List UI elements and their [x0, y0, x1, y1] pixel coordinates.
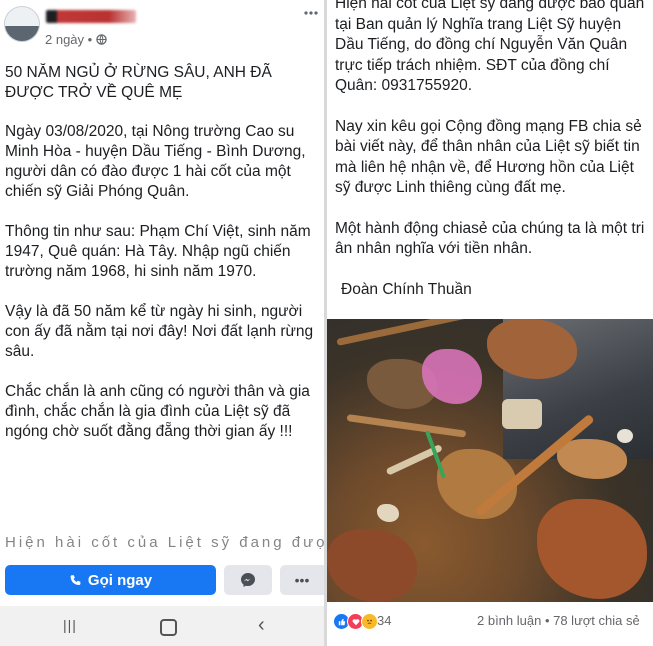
right-post-panel: Hiện hài cốt của Liệt sỹ đang được bảo q… [327, 0, 653, 646]
photo-bone [346, 414, 467, 438]
post-title: 50 NĂM NGỦ Ở RỪNG SÂU, ANH ĐÃ ĐƯỢC TRỞ V… [5, 64, 272, 101]
sad-icon [361, 613, 378, 630]
excavation-photo[interactable] [327, 319, 653, 602]
photo-white-fragment [377, 504, 399, 522]
back-icon[interactable]: ‹ [258, 614, 265, 637]
messenger-button[interactable] [224, 565, 272, 595]
phone-icon [70, 574, 81, 585]
more-actions-button[interactable]: ••• [280, 565, 324, 595]
left-post-panel: 2 ngày • 50 NĂM NGỦ Ở RỪNG SÂU, ANH ĐÃ Đ… [0, 0, 324, 646]
post-paragraph: Một hành động chiasẻ của chúng ta là một… [335, 219, 645, 258]
post-paragraph: Vậy là đã 50 năm kể từ ngày hi sinh, ngư… [5, 303, 314, 360]
photo-bone [336, 319, 475, 346]
truncated-text: Hiện hài cốt của Liệt sỹ đang được bảo [5, 534, 324, 551]
more-actions-dots: ••• [294, 572, 310, 588]
post-options-button[interactable] [304, 2, 318, 20]
post-paragraph: Ngày 03/08/2020, tại Nông trường Cao su … [5, 123, 306, 200]
more-dots-icon [304, 11, 318, 15]
reaction-bar: 34 2 bình luận • 78 lượt chia sẻ [327, 602, 653, 646]
photo-soil [537, 499, 647, 599]
comments-shares-stats[interactable]: 2 bình luận • 78 lượt chia sẻ [477, 613, 640, 628]
post-time[interactable]: 2 ngày [45, 32, 84, 47]
photo-white-fragment [502, 399, 542, 429]
author-name-redacted[interactable] [46, 10, 136, 23]
reaction-count[interactable]: 34 [377, 613, 391, 628]
globe-icon [96, 34, 107, 45]
post-body-left: 50 NĂM NGỦ Ở RỪNG SÂU, ANH ĐÃ ĐƯỢC TRỞ V… [5, 63, 321, 462]
photo-soil [487, 319, 577, 379]
post-signature: Đoàn Chính Thuần [341, 280, 472, 298]
post-paragraph: Nay xin kêu gọi Cộng đồng mạng FB chia s… [335, 117, 642, 197]
messenger-icon [241, 573, 255, 587]
meta-separator: • [87, 32, 96, 47]
photo-soil [327, 529, 417, 602]
post-body-right: Hiện hài cốt của Liệt sỹ đang được bảo q… [335, 0, 651, 320]
photo-soil [557, 439, 627, 479]
call-now-button[interactable]: Gọi ngay [5, 565, 216, 595]
author-avatar[interactable] [4, 6, 40, 42]
post-meta: 2 ngày • [45, 32, 107, 47]
home-icon[interactable] [160, 619, 177, 636]
call-now-label: Gọi ngay [87, 571, 153, 589]
recent-apps-button[interactable]: ||| [63, 617, 77, 633]
post-paragraph: Hiện hài cốt của Liệt sỹ đang được bảo q… [335, 0, 645, 94]
photo-white-fragment [617, 429, 633, 443]
android-nav-bar: ||| ‹ [0, 606, 324, 646]
truncated-text-line: Hiện hài cốt của Liệt sỹ đang được bảo [0, 534, 324, 562]
reaction-icons[interactable] [333, 613, 378, 630]
post-paragraph: Thông tin như sau: Phạm Chí Việt, sinh n… [5, 223, 311, 280]
post-paragraph: Chắc chắn là anh cũng có người thân và g… [5, 383, 310, 440]
